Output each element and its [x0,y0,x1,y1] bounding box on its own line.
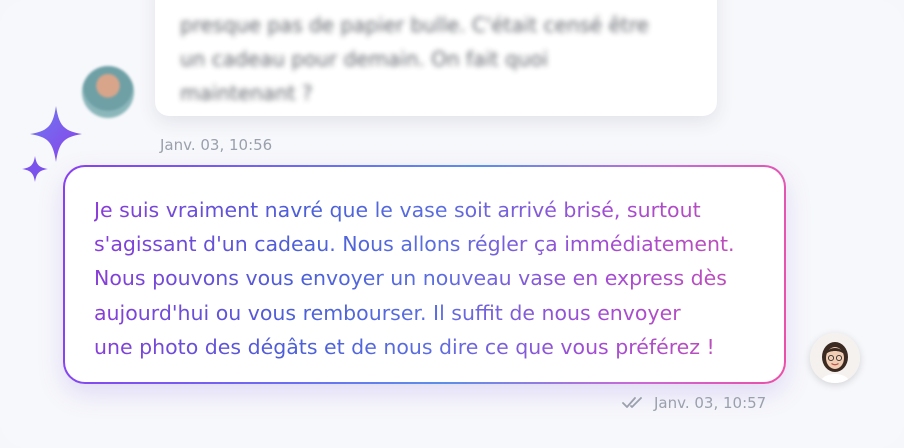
incoming-line: maintenant ? [180,81,313,105]
outgoing-line: une photo des dégâts et de nous dire ce … [94,334,715,359]
outgoing-line: Nous pouvons vous envoyer un nouveau vas… [94,266,727,291]
outgoing-line: aujourd'hui ou vous rembourser. Il suffi… [94,300,681,325]
incoming-line: un cadeau pour demain. On fait quoi [180,47,549,71]
double-check-icon [622,397,642,408]
incoming-line: presque pas de papier bulle. C'était cen… [180,13,649,37]
outgoing-message-text: Je suis vraiment navré que le vase soit … [94,193,774,364]
customer-avatar [82,66,134,118]
incoming-timestamp: Janv. 03, 10:56 [160,136,273,154]
outgoing-timestamp-row: Janv. 03, 10:57 [622,394,766,412]
incoming-message-text: presque pas de papier bulle. C'était cen… [180,8,700,110]
outgoing-line: s'agissant d'un cadeau. Nous allons régl… [94,232,735,257]
chat-card: presque pas de papier bulle. C'était cen… [0,0,904,448]
agent-avatar [810,333,860,383]
outgoing-timestamp: Janv. 03, 10:57 [654,394,767,412]
outgoing-line: Je suis vraiment navré que le vase soit … [94,198,701,222]
